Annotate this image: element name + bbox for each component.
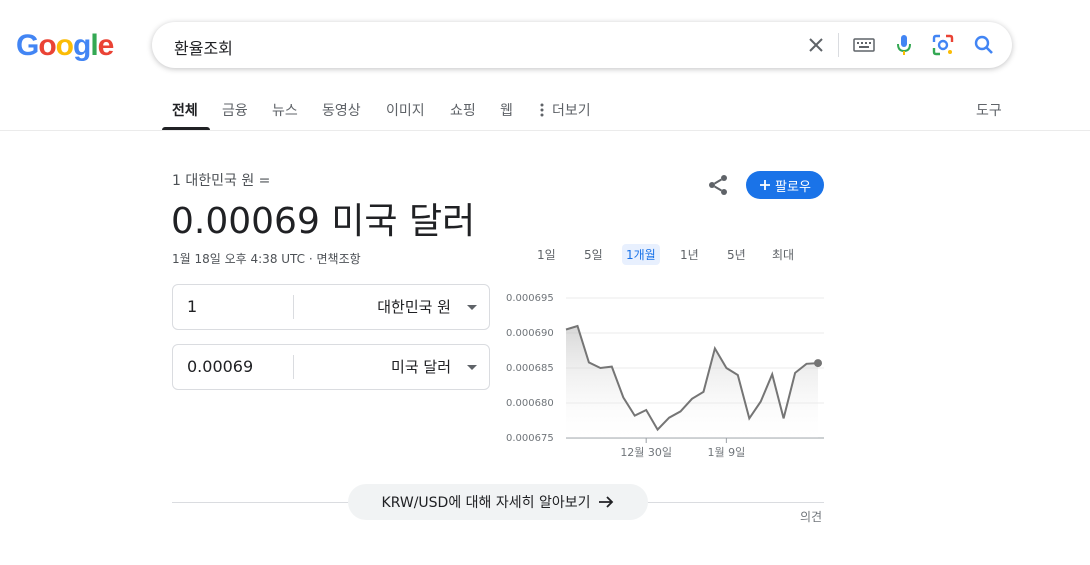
keyboard-icon[interactable] xyxy=(852,33,876,57)
conversion-from-line: 1 대한민국 원 = xyxy=(172,173,271,189)
from-amount-input[interactable]: 1 xyxy=(187,297,197,316)
google-logo[interactable]: Google xyxy=(16,28,115,64)
conversion-result: 0.00069 미국 달러 xyxy=(171,201,476,242)
tab-more-label: 더보기 xyxy=(552,103,591,119)
logo-letter: g xyxy=(73,29,91,62)
to-separator xyxy=(293,355,294,379)
follow-label: 팔로우 xyxy=(775,179,811,195)
to-dropdown-arrow-icon[interactable] xyxy=(467,365,477,370)
search-input[interactable]: 환율조회 xyxy=(174,35,233,59)
range-max[interactable]: 최대 xyxy=(768,244,798,265)
search-divider xyxy=(838,33,839,57)
logo-letter: l xyxy=(90,29,98,62)
feedback-link[interactable]: 의견 xyxy=(800,508,822,525)
tab-finance[interactable]: 금융 xyxy=(222,100,248,120)
range-1y[interactable]: 1년 xyxy=(676,244,703,265)
last-point xyxy=(814,359,822,368)
exchange-rate-chart[interactable]: 0.000695 0.000690 0.000685 0.000680 0.000675… xyxy=(500,285,830,465)
y-tick-label: 0.000680 xyxy=(506,398,554,409)
to-currency-box: 0.00069 미국 달러 xyxy=(172,344,490,390)
more-vert-icon xyxy=(540,103,544,117)
logo-letter: o xyxy=(38,29,56,62)
tab-shopping[interactable]: 쇼핑 xyxy=(450,100,476,120)
active-tab-indicator xyxy=(162,127,210,130)
tab-news[interactable]: 뉴스 xyxy=(272,100,298,120)
from-currency-select[interactable]: 대한민국 원 xyxy=(377,296,451,317)
y-tick-label: 0.000690 xyxy=(506,328,554,339)
from-dropdown-arrow-icon[interactable] xyxy=(467,305,477,310)
to-currency-select[interactable]: 미국 달러 xyxy=(391,356,451,377)
learn-more-label: KRW/USD에 대해 자세히 알아보기 xyxy=(381,495,591,511)
x-tick-label: 12월 30일 xyxy=(620,445,672,459)
range-1m[interactable]: 1개월 xyxy=(622,244,660,265)
x-tick-label: 1월 9일 xyxy=(707,445,745,459)
lens-icon[interactable] xyxy=(931,33,955,57)
clear-icon[interactable] xyxy=(804,33,828,57)
range-1d[interactable]: 1일 xyxy=(533,244,560,265)
search-box[interactable]: 환율조회 xyxy=(152,22,1012,68)
arrow-right-icon xyxy=(599,496,614,508)
tab-all[interactable]: 전체 xyxy=(172,100,198,120)
search-tabs: 전체 금융 뉴스 동영상 이미지 쇼핑 웹 더보기 도구 xyxy=(0,90,1090,131)
to-amount-input[interactable]: 0.00069 xyxy=(187,357,253,376)
y-tick-label: 0.000675 xyxy=(506,433,554,444)
tab-web[interactable]: 웹 xyxy=(500,100,513,120)
logo-letter: e xyxy=(97,29,115,62)
plus-icon xyxy=(760,180,771,190)
y-tick-label: 0.000685 xyxy=(506,363,554,374)
series-area xyxy=(566,326,818,438)
share-icon[interactable] xyxy=(706,173,730,197)
search-icon[interactable] xyxy=(972,33,996,57)
logo-letter: G xyxy=(16,29,39,62)
range-5d[interactable]: 5일 xyxy=(580,244,607,265)
from-currency-box: 1 대한민국 원 xyxy=(172,284,490,330)
tab-videos[interactable]: 동영상 xyxy=(322,100,361,120)
from-separator xyxy=(293,295,294,319)
logo-letter: o xyxy=(55,29,74,62)
conversion-timestamp: 1월 18일 오후 4:38 UTC · 면책조항 xyxy=(172,252,361,266)
follow-button[interactable]: 팔로우 xyxy=(746,171,824,199)
tab-more[interactable]: 더보기 xyxy=(540,100,591,120)
tools-button[interactable]: 도구 xyxy=(976,100,1002,120)
learn-more-button[interactable]: KRW/USD에 대해 자세히 알아보기 xyxy=(348,484,648,520)
range-5y[interactable]: 5년 xyxy=(723,244,750,265)
microphone-icon[interactable] xyxy=(892,33,916,57)
y-tick-label: 0.000695 xyxy=(506,293,554,304)
tab-images[interactable]: 이미지 xyxy=(386,100,425,120)
